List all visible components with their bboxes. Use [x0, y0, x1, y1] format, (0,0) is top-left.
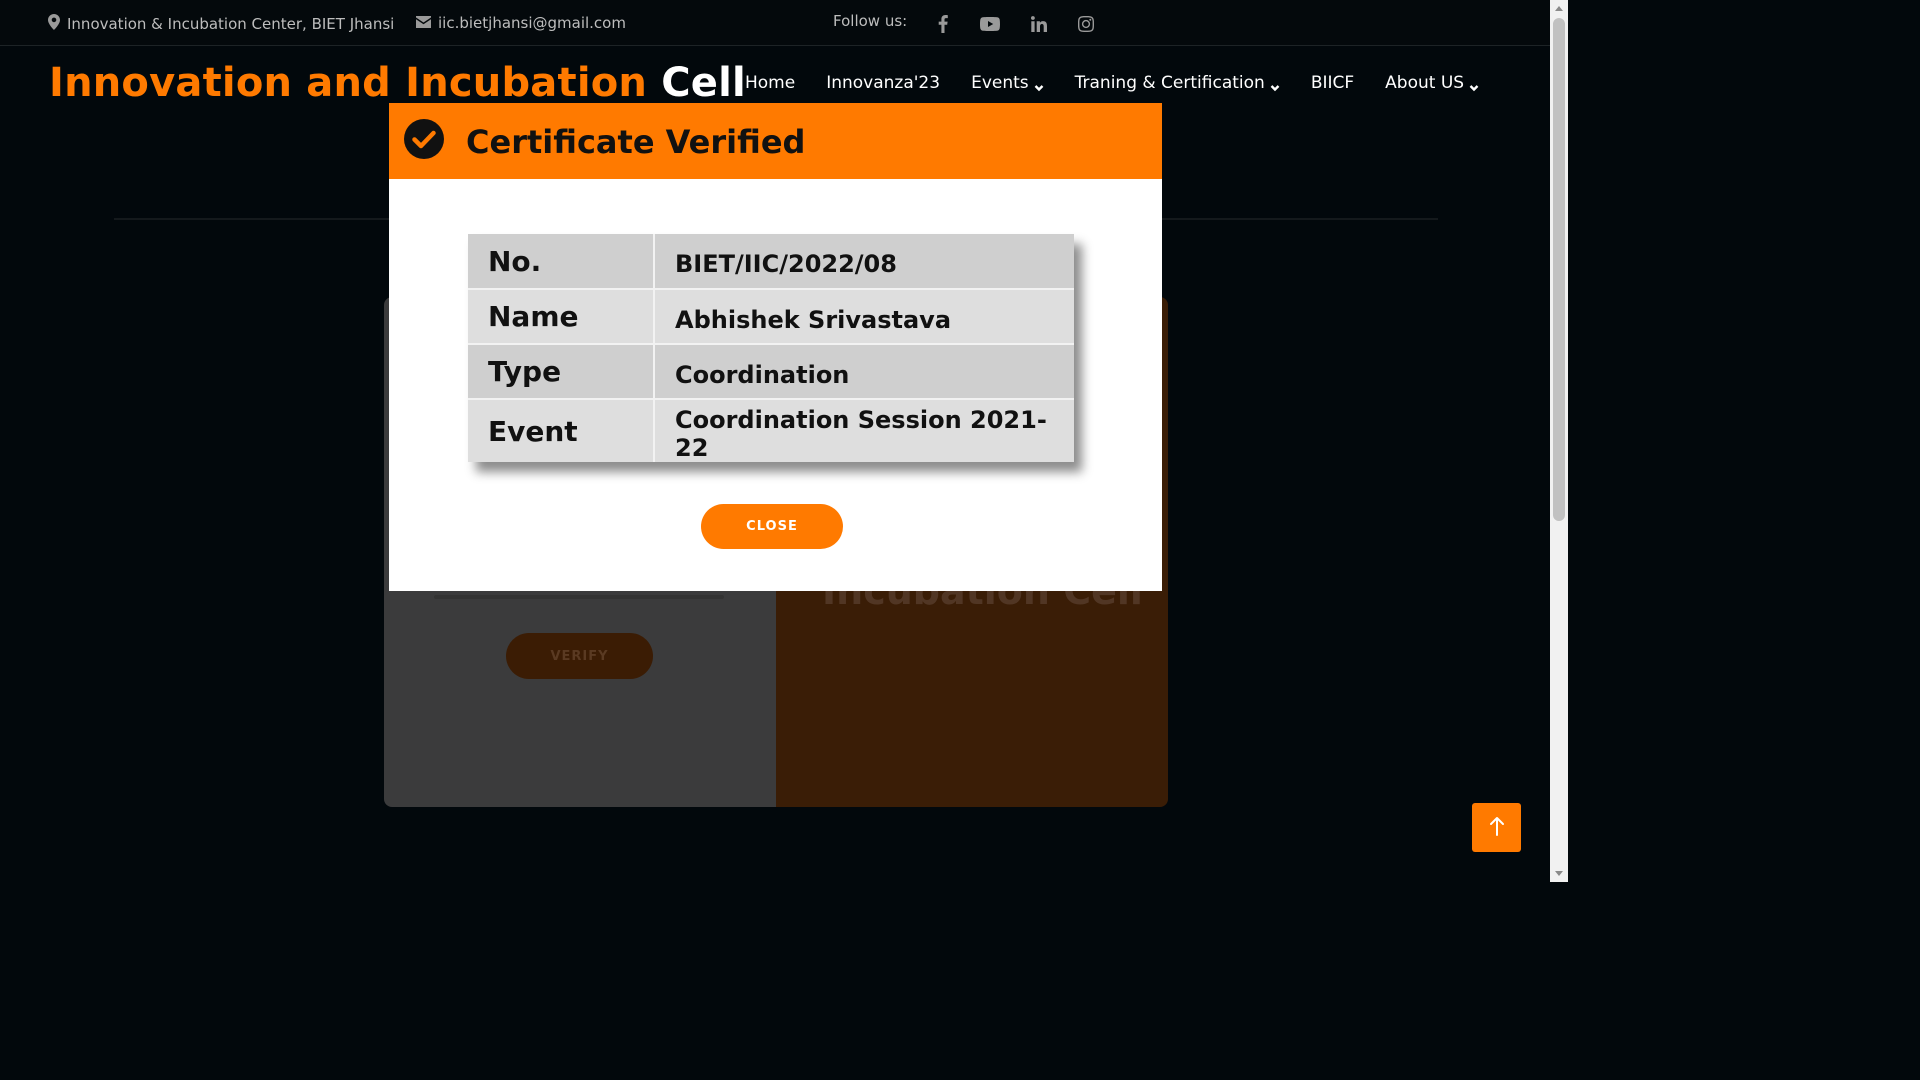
- nav-biicf-label: BIICF: [1310, 73, 1355, 93]
- table-row: Event Coordination Session 2021-22: [468, 399, 1074, 462]
- arrow-up-icon: [1489, 816, 1505, 840]
- modal-header: Certificate Verified: [389, 103, 1162, 179]
- main-nav: Home Innovanza'23 Events Traning & Certi…: [745, 73, 1479, 93]
- scroll-up-arrow-icon[interactable]: [1555, 6, 1563, 11]
- brand-text-white: Cell: [661, 60, 746, 106]
- row-value: BIET/IIC/2022/08: [654, 234, 1074, 290]
- back-to-top-button[interactable]: [1472, 803, 1521, 852]
- row-value: Abhishek Srivastava: [654, 289, 1074, 345]
- page-scrollbar[interactable]: [1550, 0, 1568, 882]
- nav-innovanza[interactable]: Innovanza'23: [826, 73, 940, 93]
- facebook-icon[interactable]: [931, 12, 955, 36]
- row-key: Type: [468, 344, 655, 400]
- table-row: No. BIET/IIC/2022/08: [468, 234, 1074, 290]
- location-text: Innovation & Incubation Center, BIET Jha…: [67, 15, 395, 33]
- table-row: Name Abhishek Srivastava: [468, 289, 1074, 345]
- row-value: Coordination: [654, 344, 1074, 400]
- close-button[interactable]: CLOSE: [701, 504, 843, 549]
- table-row: Type Coordination: [468, 344, 1074, 400]
- nav-biicf[interactable]: BIICF: [1311, 73, 1354, 93]
- nav-training[interactable]: Traning & Certification: [1075, 73, 1280, 93]
- chevron-down-icon: [1270, 78, 1280, 92]
- envelope-icon: [416, 14, 431, 32]
- nav-home-label: Home: [745, 73, 796, 93]
- nav-about[interactable]: About US: [1385, 73, 1479, 93]
- nav-events-label: Events: [971, 73, 1029, 93]
- top-bar: Innovation & Incubation Center, BIET Jha…: [0, 0, 1550, 46]
- check-circle-icon: [404, 119, 444, 159]
- email-link[interactable]: iic.bietjhansi@gmail.com: [438, 14, 626, 32]
- linkedin-icon[interactable]: [1027, 12, 1051, 36]
- row-key: Event: [468, 399, 655, 462]
- nav-events[interactable]: Events: [971, 73, 1044, 93]
- certificate-details-table: No. BIET/IIC/2022/08 Name Abhishek Sriva…: [468, 234, 1074, 462]
- email-info[interactable]: iic.bietjhansi@gmail.com: [416, 14, 626, 32]
- follow-label: Follow us:: [833, 12, 908, 30]
- site-brand[interactable]: Innovation and Incubation Cell: [49, 60, 746, 106]
- modal-title: Certificate Verified: [466, 123, 806, 161]
- row-key: No.: [468, 234, 655, 290]
- row-value: Coordination Session 2021-22: [654, 399, 1074, 462]
- nav-training-label: Traning & Certification: [1074, 73, 1265, 93]
- location-info: Innovation & Incubation Center, BIET Jha…: [48, 14, 394, 34]
- scroll-down-arrow-icon[interactable]: [1555, 871, 1563, 876]
- youtube-icon[interactable]: [978, 12, 1002, 36]
- instagram-icon[interactable]: [1074, 12, 1098, 36]
- certificate-input[interactable]: [434, 595, 724, 599]
- map-pin-icon: [48, 14, 60, 34]
- brand-text-orange: Innovation and Incubation: [49, 60, 648, 106]
- scrollbar-thumb[interactable]: [1553, 18, 1565, 521]
- chevron-down-icon: [1469, 78, 1479, 92]
- nav-innovanza-label: Innovanza'23: [826, 73, 941, 93]
- certificate-modal: Certificate Verified No. BIET/IIC/2022/0…: [389, 103, 1162, 591]
- row-key: Name: [468, 289, 655, 345]
- chevron-down-icon: [1034, 78, 1044, 92]
- verify-button[interactable]: VERIFY: [506, 633, 653, 679]
- nav-about-label: About US: [1385, 73, 1465, 93]
- nav-home[interactable]: Home: [745, 73, 795, 93]
